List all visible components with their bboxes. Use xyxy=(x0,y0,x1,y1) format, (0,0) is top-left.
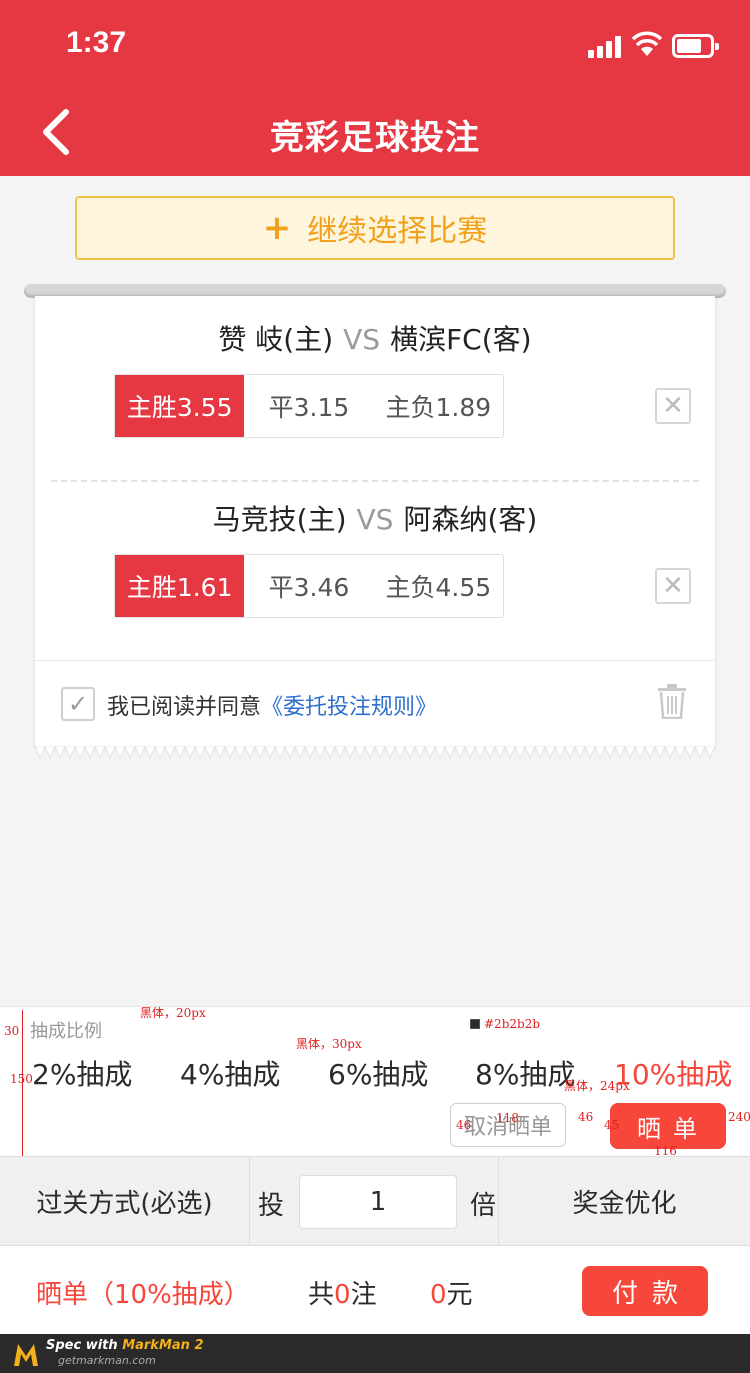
match-title: 马竞技(主) VS 阿森纳(客) xyxy=(35,498,715,538)
pass-bar: 过关方式(必选) 投 1 倍 奖金优化 xyxy=(0,1156,750,1246)
spec-dim-45: 45 xyxy=(604,1118,620,1132)
footer-bar: 晒单（10%抽成） 共0注 0元 付款 xyxy=(0,1246,750,1334)
check-icon[interactable]: ✓ xyxy=(61,687,95,721)
spec-dim-46b: 46 xyxy=(578,1110,594,1124)
markman-site: getmarkman.com xyxy=(58,1354,156,1367)
wifi-icon xyxy=(632,31,662,56)
agreement-row: ✓ 我已阅读并同意《委托投注规则》 xyxy=(35,660,715,748)
spec-font-option: 黑体，30px xyxy=(296,1037,362,1051)
agreement-label: 我已阅读并同意 xyxy=(107,695,262,720)
multiplier-input[interactable]: 1 xyxy=(299,1175,457,1229)
page-title: 竞彩足球投注 xyxy=(270,118,480,158)
commission-option-6[interactable]: 6%抽成 xyxy=(328,1053,428,1093)
close-icon[interactable]: ✕ xyxy=(655,568,691,604)
commission-panel: 抽成比例 2%抽成 4%抽成 6%抽成 8%抽成 10%抽成 取消晒单 晒单 xyxy=(0,1006,750,1156)
odd-home-win[interactable]: 主胜3.55 xyxy=(115,375,245,437)
total-bets: 共0注 xyxy=(308,1274,377,1311)
odd-home-win[interactable]: 主胜1.61 xyxy=(115,555,245,617)
match-card: 马竞技(主) VS 阿森纳(客) 主胜1.61 平3.46 主负4.55 ✕ xyxy=(35,476,715,660)
swatch-text xyxy=(470,1019,480,1029)
spec-dim-118: 118 xyxy=(496,1111,519,1125)
status-time: 1:37 xyxy=(66,26,127,59)
bet-label: 投 xyxy=(258,1191,285,1221)
share-button[interactable]: 晒单 xyxy=(610,1103,726,1149)
prize-optimize-button[interactable]: 奖金优化 xyxy=(498,1157,750,1245)
spec-color-text: #2b2b2b xyxy=(470,1017,540,1031)
away-team: 横滨FC(客) xyxy=(390,323,532,356)
spec-color-text-value: #2b2b2b xyxy=(484,1017,541,1031)
spec-dim-30: 30 xyxy=(4,1024,20,1038)
spec-font-label: 黑体，20px xyxy=(140,1006,206,1020)
continue-select-label: 继续选择比赛 xyxy=(307,214,488,249)
home-team: 马竞技(主) xyxy=(212,503,347,536)
multiplier-unit: 倍 xyxy=(470,1191,497,1221)
odd-draw[interactable]: 平3.46 xyxy=(244,555,373,617)
markman-title: Spec with MarkMan 2 xyxy=(46,1338,204,1353)
match-title: 赞 岐(主) VS 横滨FC(客) xyxy=(35,318,715,358)
share-note: 晒单（10%抽成） xyxy=(36,1280,250,1310)
amount-value: 0 xyxy=(430,1280,447,1310)
markman-spec: Spec with xyxy=(46,1338,118,1353)
vs-label: VS xyxy=(356,503,394,536)
continue-select-button[interactable]: + 继续选择比赛 xyxy=(75,196,675,260)
spec-dim-46a: 46 xyxy=(456,1118,472,1132)
total-amount: 0元 xyxy=(430,1274,473,1311)
spec-font-button: 黑体，24px xyxy=(564,1079,630,1093)
odds-group: 主胜1.61 平3.46 主负4.55 xyxy=(114,554,504,618)
odd-draw[interactable]: 平3.15 xyxy=(244,375,373,437)
ticket-torn-edge xyxy=(35,746,715,760)
status-bar: 1:37 xyxy=(0,0,750,88)
away-team: 阿森纳(客) xyxy=(403,503,538,536)
close-icon[interactable]: ✕ xyxy=(655,388,691,424)
commission-option-8[interactable]: 8%抽成 xyxy=(475,1053,575,1093)
commission-option-4[interactable]: 4%抽成 xyxy=(180,1053,280,1093)
pass-type-selector[interactable]: 过关方式(必选) xyxy=(0,1157,250,1245)
spec-dim-240: 240 xyxy=(728,1110,750,1124)
spec-dim-150: 150 xyxy=(10,1072,33,1086)
odd-home-loss[interactable]: 主负4.55 xyxy=(374,555,503,617)
plus-icon: + xyxy=(262,208,292,248)
bet-ticket: 赞 岐(主) VS 横滨FC(客) 主胜3.55 平3.15 主负1.89 ✕ 马竞… xyxy=(35,296,715,748)
odd-home-loss[interactable]: 主负1.89 xyxy=(374,375,503,437)
markman-logo-icon xyxy=(14,1344,38,1366)
rules-link[interactable]: 《委托投注规则》 xyxy=(261,695,437,720)
commission-option-10[interactable]: 10%抽成 xyxy=(614,1053,732,1093)
battery-icon xyxy=(672,34,719,58)
commission-label: 抽成比例 xyxy=(30,1021,102,1042)
pay-button[interactable]: 付款 xyxy=(582,1266,708,1316)
vs-label: VS xyxy=(343,323,381,356)
markman-brand: MarkMan 2 xyxy=(122,1338,204,1353)
nav-bar: 竞彩足球投注 xyxy=(0,88,750,176)
total-count: 0 xyxy=(334,1280,351,1310)
total-suffix: 注 xyxy=(350,1280,377,1310)
commission-option-2[interactable]: 2%抽成 xyxy=(32,1053,132,1093)
trash-icon[interactable] xyxy=(657,683,687,719)
home-team: 赞 岐(主) xyxy=(218,323,334,356)
signal-icon xyxy=(588,34,624,58)
agreement-text: 我已阅读并同意《委托投注规则》 xyxy=(107,689,437,721)
amount-unit: 元 xyxy=(446,1280,473,1310)
odds-group: 主胜3.55 平3.15 主负1.89 xyxy=(114,374,504,438)
total-prefix: 共 xyxy=(308,1280,335,1310)
markman-bar: Spec with MarkMan 2 getmarkman.com xyxy=(0,1334,750,1373)
match-card: 赞 岐(主) VS 横滨FC(客) 主胜3.55 平3.15 主负1.89 ✕ xyxy=(35,296,715,482)
